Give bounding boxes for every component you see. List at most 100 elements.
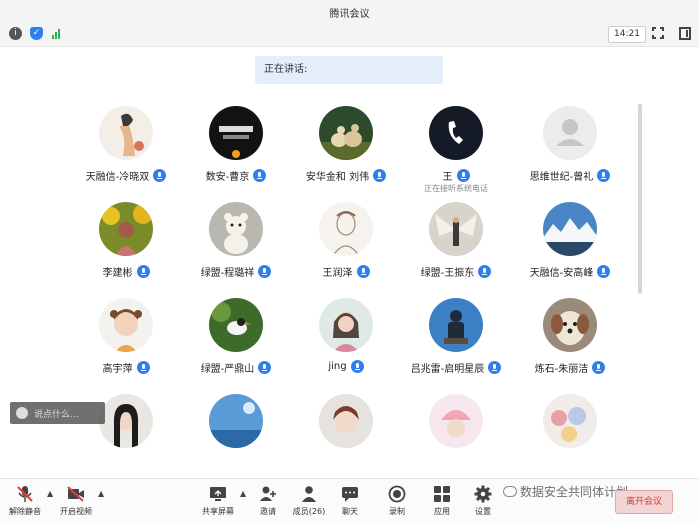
participant-tile[interactable]: 天融信-冷晓双 [66,106,186,192]
participant-name-row: 天融信-安高峰 [510,264,630,279]
avatar [429,202,483,256]
record-button[interactable]: 录制 [377,485,417,521]
audio-options-caret[interactable]: ▲ [47,489,53,498]
participant-name-row: 吕兆雷-启明星辰 [396,360,516,375]
participant-name-row: 高宇萍 [66,360,186,375]
mic-icon [597,265,611,278]
participant-tile[interactable]: 绿盟-严鼎山 [176,298,296,384]
participant-tile[interactable]: 数安-曹京 [176,106,296,192]
participant-tile[interactable]: 高宇萍 [66,298,186,384]
avatar [543,298,597,352]
start-video-button[interactable]: 开启视频 [56,485,96,521]
shield-icon[interactable]: ✓ [30,27,43,40]
unmute-button[interactable]: 解除静音 [5,485,45,521]
members-button[interactable]: 成员(26) [289,485,329,521]
title-bar: 腾讯会议 [0,0,699,22]
emoji-icon[interactable] [16,407,28,419]
meeting-timer: 14:21 [608,26,646,43]
mic-icon [253,169,267,182]
signal-icon[interactable] [52,28,60,39]
avatar [209,106,263,160]
participant-name-row: 数安-曹京 [176,168,296,183]
avatar [99,106,153,160]
watermark-text: 数据安全共同体计划 [520,485,629,499]
mic-icon [456,169,470,182]
participant-name: 数安-曹京 [205,172,250,183]
invite-button[interactable]: 邀请 [248,485,288,521]
mic-icon [350,360,364,373]
video-off-icon [67,486,84,502]
participant-name-row: 绿盟-王振东 [396,264,516,279]
add-user-icon [260,486,276,501]
chat-label: 聊天 [342,507,358,516]
chat-icon [342,487,358,502]
avatar [319,202,373,256]
share-screen-label: 共享屏幕 [202,507,234,516]
chat-input[interactable]: 说点什么... [10,402,105,424]
participant-tile[interactable]: 安华金和 刘伟 [286,106,406,192]
share-screen-button[interactable]: 共享屏幕 [198,485,238,521]
participant-tile[interactable]: 吕兆雷-启明星辰 [396,298,516,384]
avatar [543,202,597,256]
video-options-caret[interactable]: ▲ [98,489,104,498]
participant-name-row: 绿盟-程璐祥 [176,264,296,279]
participant-name-row: 天融信-冷晓双 [66,168,186,183]
participant-tile[interactable]: 王正在接听系统电话 [396,106,516,193]
avatar [319,394,373,448]
meeting-info-bar: i ✓ 14:21 [0,22,699,47]
leave-meeting-button[interactable]: 离开会议 [615,490,673,514]
fullscreen-icon[interactable] [651,26,665,40]
participant-name: 炼石-朱丽洁 [534,364,589,375]
avatar [209,202,263,256]
mic-icon [136,265,150,278]
speaking-indicator: 正在讲话: [255,56,443,84]
participant-tile[interactable]: 天融信-安高峰 [510,202,630,288]
members-icon [302,486,316,502]
participant-name: 安华金和 刘伟 [305,172,370,183]
participant-name-row: 绿盟-严鼎山 [176,360,296,375]
participant-name: jing [328,361,347,372]
chat-button[interactable]: 聊天 [330,485,370,521]
apps-button[interactable]: 应用 [422,485,462,521]
settings-button[interactable]: 设置 [463,485,503,521]
participant-tile[interactable]: 李建彬 [66,202,186,288]
mic-icon [258,265,272,278]
avatar [319,106,373,160]
participant-name: 绿盟-王振东 [420,268,475,279]
participant-tile[interactable]: 思维世纪-曾礼 [510,106,630,192]
chat-placeholder: 说点什么... [34,410,79,420]
avatar [99,394,153,448]
participant-tile[interactable] [286,394,406,480]
participant-name: 李建彬 [102,268,133,279]
participant-tile[interactable] [176,394,296,480]
participant-status: 正在接听系统电话 [424,184,488,193]
participant-tile[interactable] [510,394,630,480]
participant-tile[interactable]: 绿盟-王振东 [396,202,516,288]
participant-tile[interactable]: 绿盟-程璐祥 [176,202,296,288]
layout-icon[interactable] [679,27,691,40]
participant-tile[interactable]: 王润泽 [286,202,406,288]
participant-tile[interactable]: jing [286,298,406,384]
avatar [209,394,263,448]
participant-name-row: 王润泽 [286,264,406,279]
participant-name-row: 思维世纪-曾礼 [510,168,630,183]
mic-icon [153,169,167,182]
avatar [429,394,483,448]
participant-name-row: 王 [396,168,516,183]
participant-tile[interactable] [396,394,516,480]
mic-icon [258,361,272,374]
participant-name-row: 李建彬 [66,264,186,279]
share-options-caret[interactable]: ▲ [240,489,246,498]
share-screen-icon [210,487,226,501]
participant-name-row: 炼石-朱丽洁 [510,360,630,375]
avatar [99,202,153,256]
info-icon[interactable]: i [9,27,22,40]
start-video-label: 开启视频 [60,507,92,516]
participant-tile[interactable]: 炼石-朱丽洁 [510,298,630,384]
mic-icon [373,169,387,182]
avatar [429,298,483,352]
wechat-icon [503,486,517,497]
mic-icon [356,265,370,278]
record-label: 录制 [389,507,405,516]
grid-scrollbar[interactable] [638,104,642,294]
